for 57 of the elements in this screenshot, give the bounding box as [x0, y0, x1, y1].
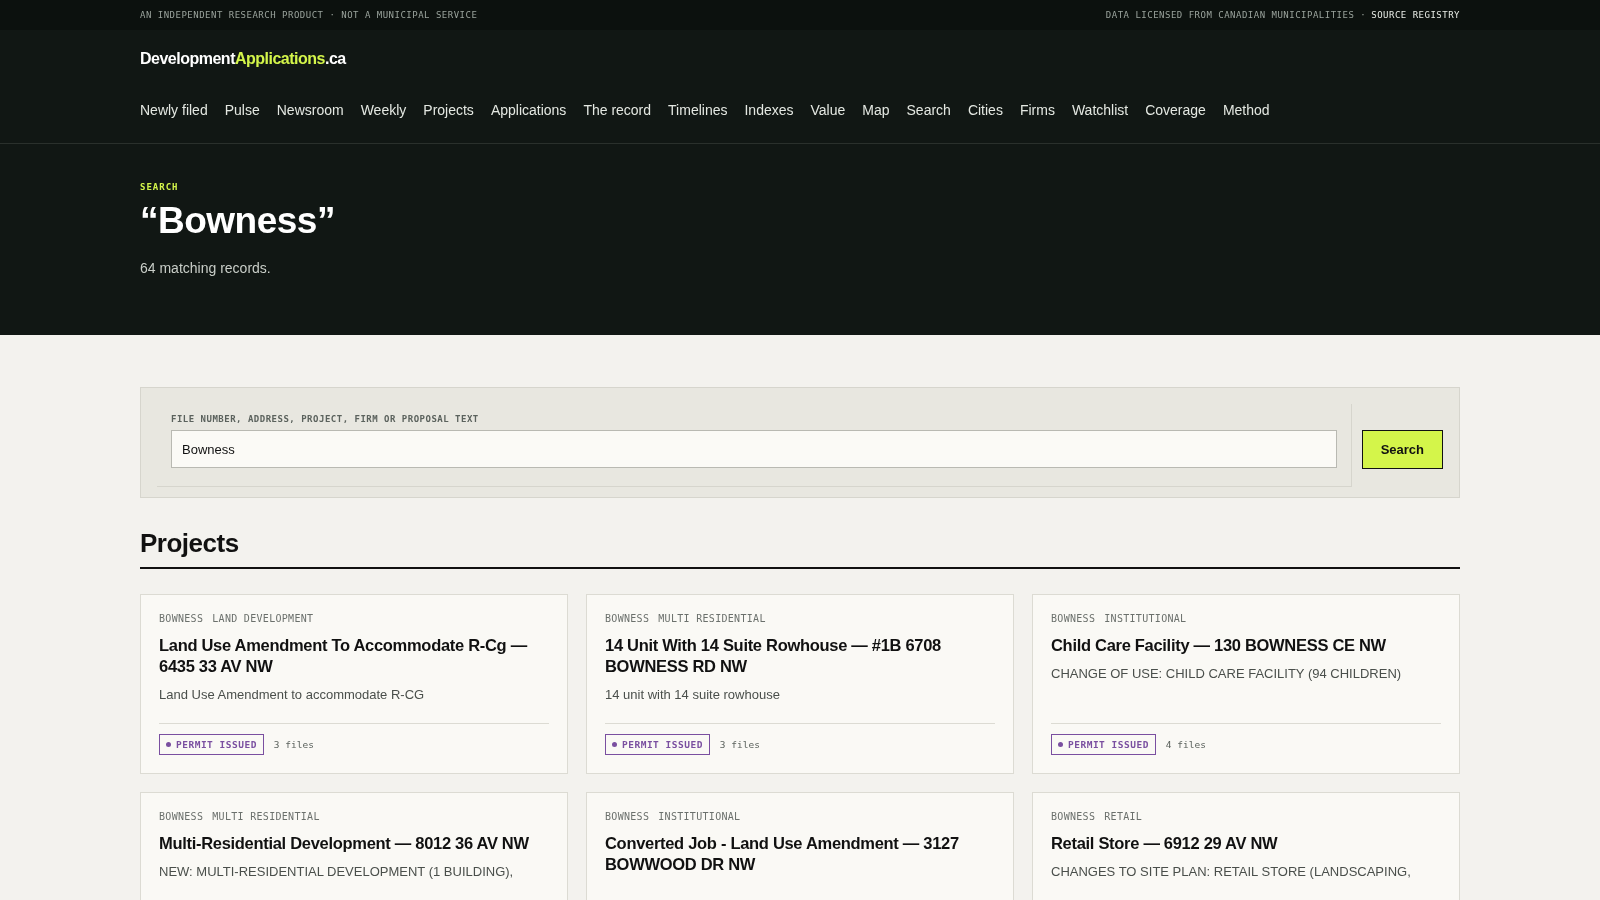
project-description: CHANGES TO SITE PLAN: RETAIL STORE (LANDSCAPING,: [1051, 863, 1412, 881]
project-tag: BOWNESS: [1051, 613, 1096, 624]
nav-link[interactable]: Firms: [1019, 102, 1055, 118]
project-description: Land Use Amendment to accommodate R-CG: [159, 686, 426, 704]
project-tag: MULTI RESIDENTIAL: [212, 811, 320, 822]
nav-link[interactable]: Newsroom: [276, 102, 344, 118]
tagline: AN INDEPENDENT RESEARCH PRODUCT · NOT A MUNICIPAL SERVICE: [140, 10, 478, 20]
project-title[interactable]: Retail Store — 6912 29 AV NW: [1051, 833, 1441, 854]
project-description: CHANGE OF USE: CHILD CARE FACILITY (94 CHILDREN): [1051, 665, 1403, 683]
nav-link[interactable]: Pulse: [224, 102, 260, 118]
nav-link[interactable]: Search: [906, 102, 951, 118]
project-tag: INSTITUTIONAL: [1104, 613, 1187, 624]
file-count: 4 files: [1165, 739, 1206, 750]
project-title[interactable]: Converted Job - Land Use Amendment — 3127 BOWWOOD DR NW: [605, 833, 995, 875]
nav-link[interactable]: Map: [862, 102, 890, 118]
nav-link[interactable]: Watchlist: [1071, 102, 1129, 118]
section-title: Projects: [140, 528, 1460, 569]
file-count: 3 files: [719, 739, 760, 750]
status-badge: PERMIT ISSUED: [1051, 734, 1156, 755]
search-field[interactable]: Bowness: [171, 430, 1337, 468]
project-title[interactable]: Land Use Amendment To Accommodate R-Cg — 6435 33 AV NW: [159, 635, 549, 677]
nav-link[interactable]: Weekly: [360, 102, 407, 118]
nav-link[interactable]: Coverage: [1145, 102, 1206, 118]
project-description: NEW: MULTI-RESIDENTIAL DEVELOPMENT (1 BUILDING),: [159, 863, 515, 881]
page-eyebrow: SEARCH: [140, 182, 180, 192]
file-count: 3 files: [273, 739, 314, 750]
nav-link[interactable]: Cities: [967, 102, 1003, 118]
project-tag: LAND DEVELOPMENT: [212, 613, 314, 624]
project-tag: BOWNESS: [605, 811, 650, 822]
project-description: 14 unit with 14 suite rowhouse: [605, 686, 781, 704]
nav-link[interactable]: Indexes: [744, 102, 794, 118]
field-label: FILE NUMBER, ADDRESS, PROJECT, FIRM OR PROPOSAL TEXT: [171, 414, 480, 424]
project-tag: RETAIL: [1104, 811, 1143, 822]
project-tag: MULTI RESIDENTIAL: [658, 613, 766, 624]
result-count: 64 matching records.: [140, 260, 272, 276]
project-tag: BOWNESS: [1051, 811, 1096, 822]
project-title[interactable]: 14 Unit With 14 Suite Rowhouse — #1B 6708 BOWNESS RD NW: [605, 635, 995, 677]
nav-link[interactable]: The record: [583, 102, 652, 118]
nav-link[interactable]: Projects: [423, 102, 474, 118]
nav-link[interactable]: Applications: [490, 102, 567, 118]
project-tag: INSTITUTIONAL: [658, 811, 741, 822]
project-tag: BOWNESS: [605, 613, 650, 624]
status-badge: PERMIT ISSUED: [605, 734, 710, 755]
search-button[interactable]: Search: [1361, 430, 1443, 469]
status-badge: PERMIT ISSUED: [159, 734, 264, 755]
nav-link[interactable]: Method: [1222, 102, 1270, 118]
page-title: “Bowness”: [140, 200, 336, 242]
site-logo[interactable]: DevelopmentApplications.ca: [140, 50, 1460, 68]
project-tag: BOWNESS: [159, 613, 204, 624]
nav-link[interactable]: Newly filed: [140, 102, 208, 118]
source-registry-link[interactable]: SOURCE REGISTRY: [1371, 10, 1460, 20]
project-tag: BOWNESS: [159, 811, 204, 822]
data-license-note: DATA LICENSED FROM CANADIAN MUNICIPALITIES ·: [1105, 10, 1367, 20]
project-title[interactable]: Child Care Facility — 130 BOWNESS CE NW: [1051, 635, 1441, 656]
nav-link[interactable]: Value: [810, 102, 846, 118]
project-title[interactable]: Multi-Residential Development — 8012 36 AV NW: [159, 833, 549, 854]
nav-link[interactable]: Timelines: [668, 102, 728, 118]
